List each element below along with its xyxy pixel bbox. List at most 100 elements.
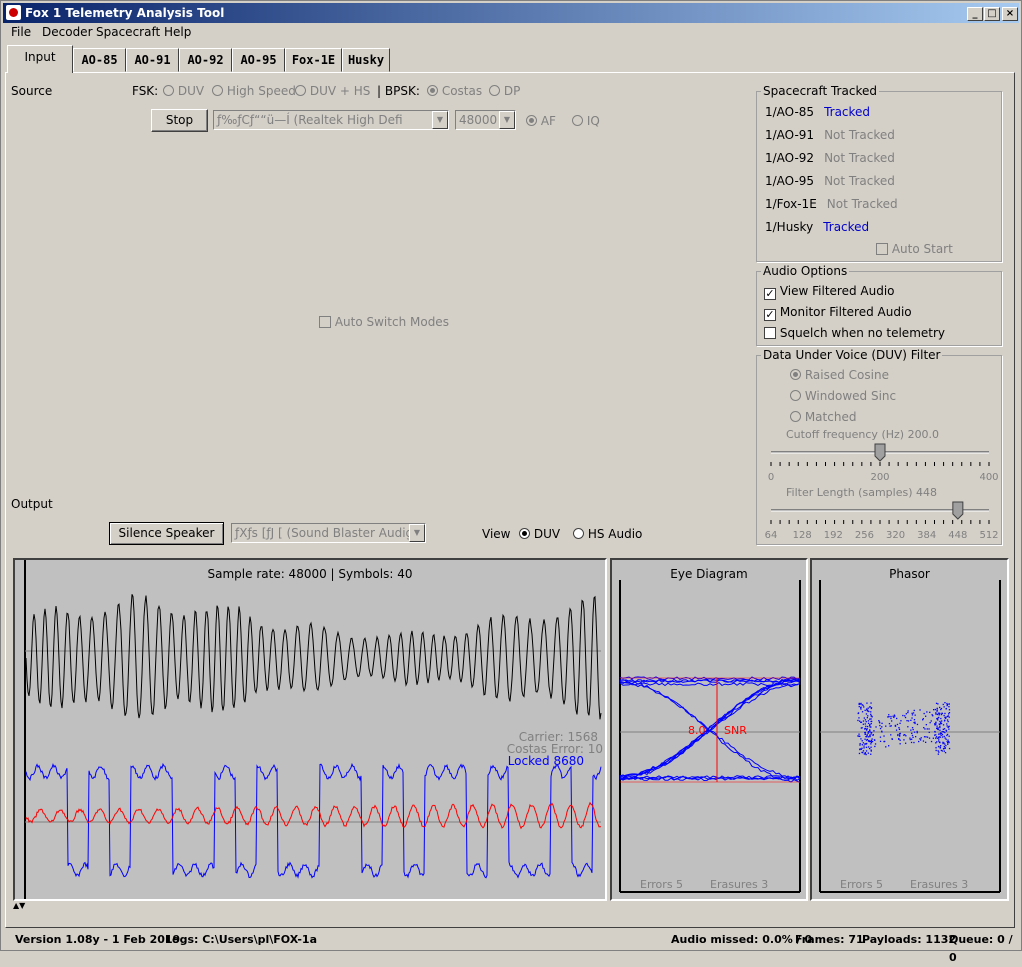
radio-af-indicator [526, 115, 537, 126]
tab-fox1e[interactable]: Fox-1E [285, 48, 342, 72]
menu-help[interactable]: Help [164, 25, 191, 39]
radio-duv[interactable]: DUV [163, 84, 204, 98]
radio-raised-cosine[interactable]: Raised Cosine [790, 368, 889, 382]
phasor-point [935, 702, 938, 704]
phasor-point [922, 740, 925, 742]
phasor-point [870, 715, 872, 717]
phasor-point [883, 740, 885, 743]
phasor-point [939, 741, 941, 744]
menu-spacecraft[interactable]: Spacecraft [96, 25, 160, 39]
phasor-point [875, 726, 877, 728]
window-title: Fox 1 Telemetry Analysis Tool [25, 6, 225, 20]
menu-decoder[interactable]: Decoder [42, 25, 93, 39]
radio-dp[interactable]: DP [489, 84, 520, 98]
phasor-point [925, 715, 927, 717]
phasor-point [910, 741, 913, 744]
phasor-point [870, 753, 872, 755]
spacecraft-status[interactable]: Not Tracked [824, 128, 895, 142]
phasor-point [858, 705, 860, 708]
phasor-point [870, 718, 872, 720]
phasor-point [909, 738, 911, 741]
phasor-point [941, 730, 943, 733]
phasor-point [864, 709, 866, 711]
spacecraft-status[interactable]: Not Tracked [824, 151, 895, 165]
status-logs: Logs: C:\Users\pl\FOX-1a [165, 933, 317, 946]
auto-start-checkbox[interactable]: Auto Start [876, 242, 953, 256]
phasor-point [888, 723, 891, 725]
phasor-point [879, 727, 882, 730]
chevron-down-icon: ▼ [499, 111, 515, 129]
sample-rate-select[interactable]: 48000 ▼ [455, 110, 516, 130]
squelch-checkbox[interactable]: Squelch when no telemetry [764, 326, 945, 340]
spacecraft-status[interactable]: Tracked [823, 220, 869, 234]
auto-switch-checkbox[interactable]: Auto Switch Modes [319, 315, 449, 329]
phasor-point [871, 738, 873, 740]
phasor-point [858, 733, 860, 735]
tab-input[interactable]: Input [7, 45, 73, 73]
slider-thumb[interactable] [952, 501, 964, 520]
phasor-point [867, 725, 869, 728]
squelch-box [764, 327, 776, 339]
radio-view-duv-label: DUV [533, 527, 561, 541]
cutoff-slider[interactable]: 0 200 400 [763, 442, 999, 488]
phasor-point [871, 740, 874, 743]
phasor-point [861, 740, 863, 742]
phasor-point [943, 742, 945, 744]
phasor-point [888, 714, 890, 716]
phasor-point [866, 729, 868, 731]
close-button[interactable]: × [1002, 7, 1018, 21]
phasor-point [887, 716, 889, 718]
radio-costas[interactable]: Costas [427, 84, 482, 98]
tab-ao95[interactable]: AO-95 [232, 48, 285, 72]
radio-af[interactable]: AF [526, 114, 556, 128]
tab-husky[interactable]: Husky [342, 48, 390, 72]
phasor-point [942, 724, 945, 726]
tab-ao91[interactable]: AO-91 [126, 48, 179, 72]
phasor-point [859, 720, 861, 722]
phasor-point [916, 723, 919, 726]
monitor-filtered-checkbox[interactable]: ✓ Monitor Filtered Audio [764, 305, 912, 321]
splitter-arrows-icon[interactable]: ▲▼ [13, 901, 25, 910]
view-filtered-checkbox[interactable]: ✓ View Filtered Audio [764, 284, 895, 300]
radio-view-duv[interactable]: DUV [519, 527, 560, 541]
radio-high-speed[interactable]: High Speed [212, 84, 296, 98]
radio-windowed-sinc[interactable]: Windowed Sinc [790, 389, 896, 403]
minimize-button[interactable]: _ [967, 7, 983, 21]
phasor-point [938, 733, 940, 735]
radio-duv-hs[interactable]: DUV + HS [295, 84, 370, 98]
output-device-select[interactable]: ƒXƒs [ƒJ [ (Sound Blaster Audig ▼ [231, 523, 426, 543]
radio-matched-label: Matched [804, 410, 857, 424]
source-device-select[interactable]: ƒ‰ƒCƒ““ü—Í (Realtek High Defi ▼ [213, 110, 449, 130]
stop-button[interactable]: Stop [151, 109, 208, 132]
phasor-point [857, 712, 860, 714]
phasor-point [946, 704, 948, 707]
slider-thumb[interactable] [874, 443, 886, 462]
phasor-point [937, 750, 939, 752]
maximize-button[interactable]: □ [984, 7, 1000, 21]
spacecraft-status[interactable]: Not Tracked [824, 174, 895, 188]
phasor-point [863, 747, 865, 749]
phasor-point [910, 729, 912, 731]
duv-filter-group: Data Under Voice (DUV) Filter Raised Cos… [756, 348, 1002, 546]
phasor-point [945, 738, 947, 740]
radio-view-hs[interactable]: HS Audio [573, 527, 642, 541]
phasor-point [866, 717, 868, 719]
title-bar[interactable]: Fox 1 Telemetry Analysis Tool _ □ × [3, 3, 1019, 23]
phasor-point [919, 738, 921, 740]
radio-matched[interactable]: Matched [790, 410, 856, 424]
monitor-filtered-label: Monitor Filtered Audio [779, 305, 912, 319]
tab-ao92[interactable]: AO-92 [179, 48, 232, 72]
length-slider[interactable]: 64 128 192 256 320 384 448 512 [763, 500, 999, 546]
silence-speaker-button[interactable]: Silence Speaker [109, 522, 224, 545]
menu-file[interactable]: File [11, 25, 31, 39]
radio-iq[interactable]: IQ [572, 114, 600, 128]
phasor-point [902, 714, 904, 717]
spacecraft-status[interactable]: Not Tracked [827, 197, 898, 211]
phasor-point [870, 743, 872, 745]
tab-ao85[interactable]: AO-85 [73, 48, 126, 72]
phasor-point [867, 707, 869, 709]
phasor-point [925, 736, 927, 738]
phasor-point [916, 732, 918, 734]
phasor-point [870, 723, 872, 725]
spacecraft-status[interactable]: Tracked [824, 105, 870, 119]
